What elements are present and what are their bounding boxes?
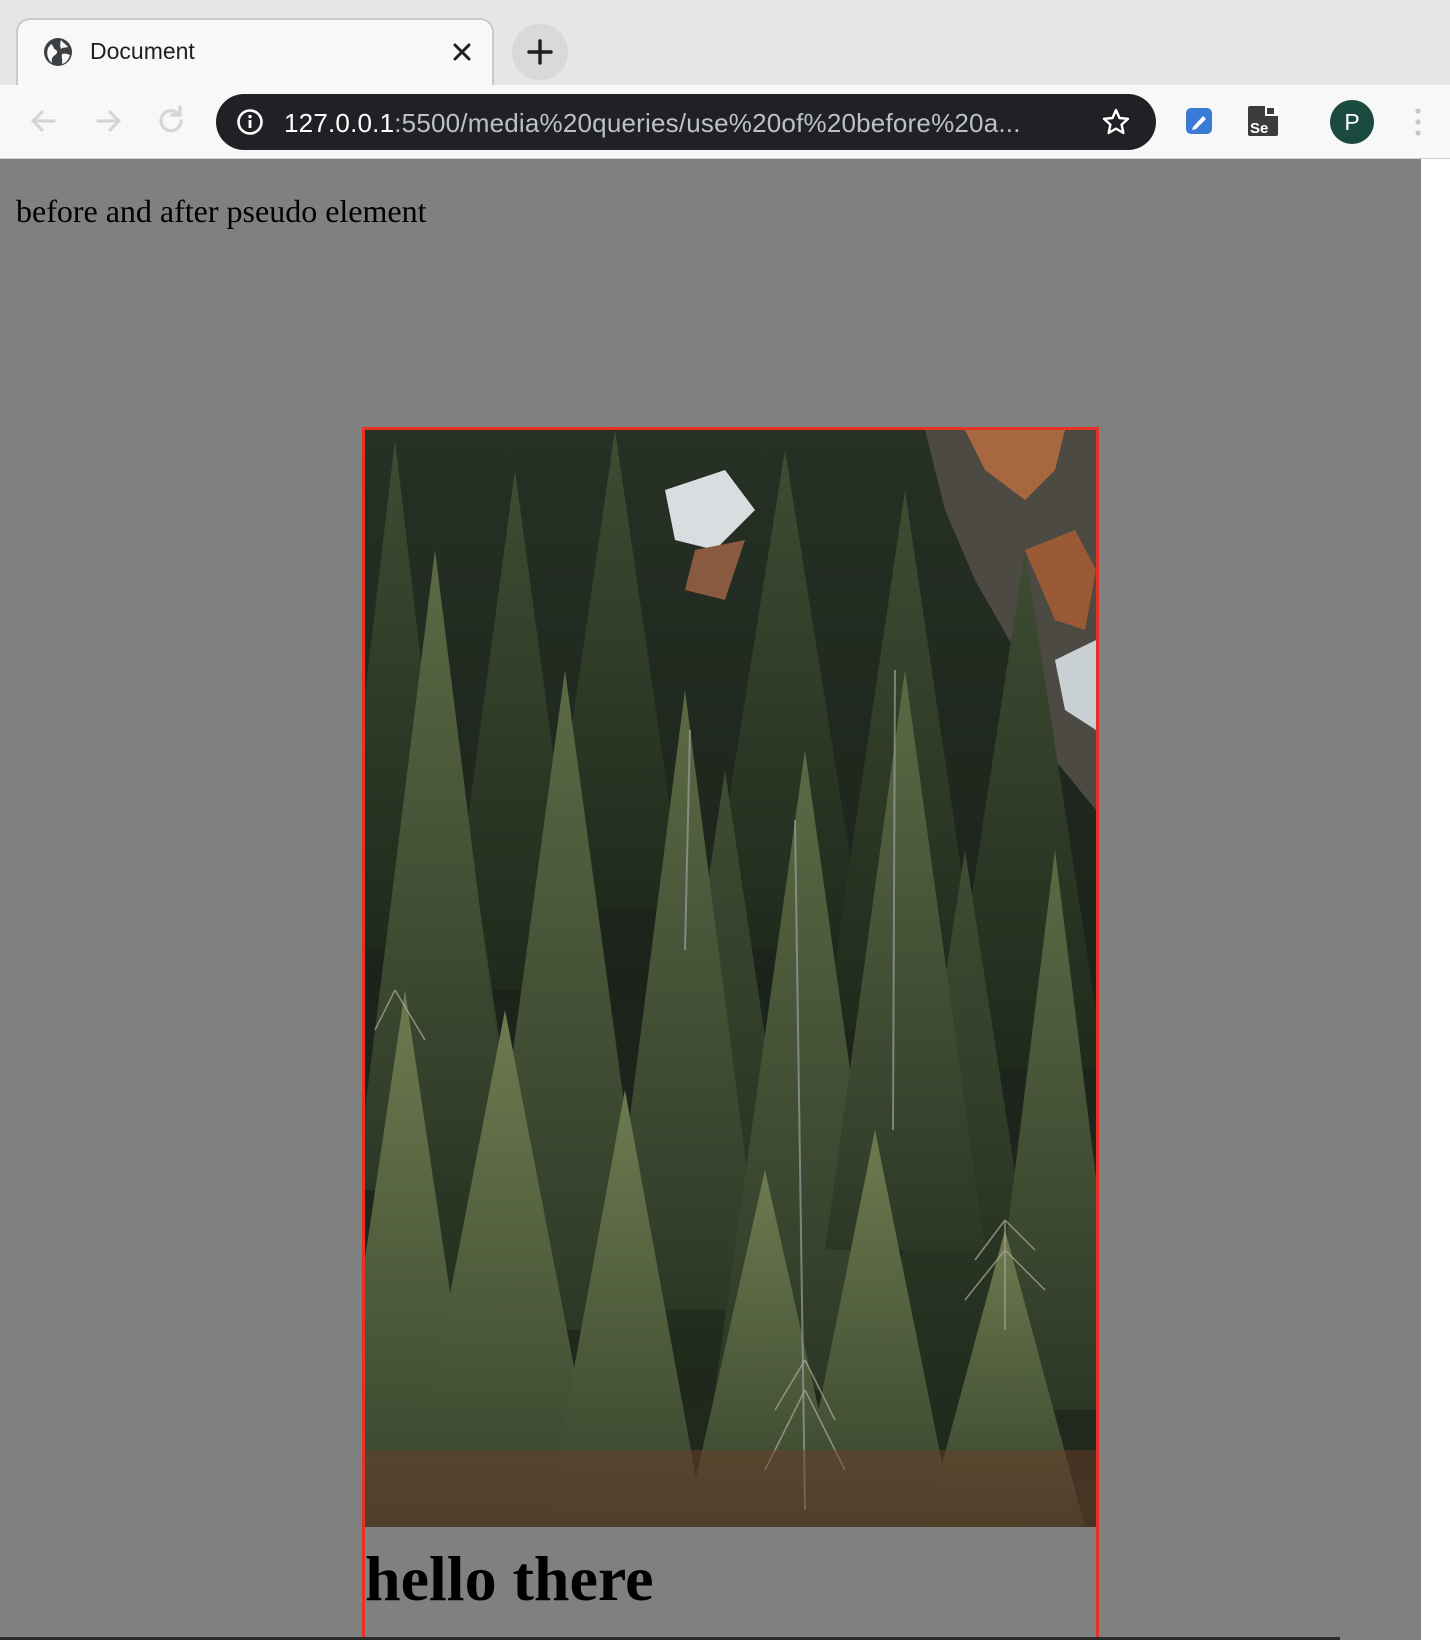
selenium-ide-icon[interactable]: Se bbox=[1246, 104, 1280, 138]
plus-icon bbox=[527, 39, 553, 65]
tab-strip: Document bbox=[0, 0, 1450, 85]
page-viewport: before and after pseudo element hello th… bbox=[0, 159, 1421, 1640]
arrow-left-icon[interactable] bbox=[26, 103, 62, 139]
image-card: hello there bbox=[362, 427, 1099, 1640]
arrow-right-icon[interactable] bbox=[90, 103, 126, 139]
address-bar[interactable]: 127.0.0.1:5500/media%20queries/use%20of%… bbox=[216, 94, 1156, 150]
globe-icon bbox=[42, 36, 74, 68]
browser-tab[interactable]: Document bbox=[16, 18, 494, 85]
pen-extension-icon[interactable] bbox=[1182, 104, 1216, 138]
info-icon[interactable] bbox=[236, 108, 264, 136]
url-host: 127.0.0.1 bbox=[284, 108, 395, 138]
page-right-gutter bbox=[1421, 159, 1450, 1640]
reload-icon[interactable] bbox=[153, 103, 189, 139]
intro-text: before and after pseudo element bbox=[16, 193, 427, 229]
new-tab-button[interactable] bbox=[512, 24, 568, 80]
tab-title: Document bbox=[90, 38, 195, 64]
pine-forest-photo bbox=[365, 430, 1096, 1527]
close-icon[interactable] bbox=[450, 40, 474, 64]
kebab-menu-icon[interactable] bbox=[1412, 105, 1424, 139]
url-text[interactable]: 127.0.0.1:5500/media%20queries/use%20of%… bbox=[284, 108, 1021, 139]
profile-avatar[interactable]: P bbox=[1330, 100, 1374, 144]
star-icon[interactable] bbox=[1101, 107, 1131, 137]
card-heading: hello there bbox=[365, 1543, 654, 1614]
url-path: :5500/media%20queries/use%20of%20before%… bbox=[394, 108, 1021, 138]
svg-text:Se: Se bbox=[1250, 120, 1268, 137]
browser-toolbar: 127.0.0.1:5500/media%20queries/use%20of%… bbox=[0, 85, 1450, 159]
